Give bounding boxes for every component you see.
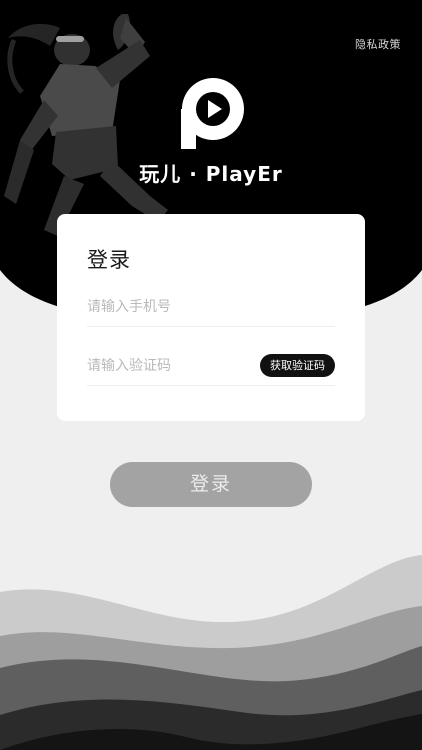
- phone-field: [87, 288, 335, 327]
- card-title: 登录: [87, 248, 131, 272]
- brand-name: 玩儿 · PlayEr: [139, 162, 283, 186]
- get-code-button[interactable]: 获取验证码: [260, 354, 335, 377]
- phone-input[interactable]: [87, 288, 335, 326]
- verification-code-field: 获取验证码: [87, 347, 335, 386]
- login-button[interactable]: 登录: [110, 462, 312, 507]
- privacy-policy-link[interactable]: 隐私政策: [355, 36, 401, 52]
- login-card: 登录 获取验证码: [57, 214, 365, 421]
- play-p-logo-icon: [181, 78, 244, 149]
- verification-code-input[interactable]: [87, 347, 237, 385]
